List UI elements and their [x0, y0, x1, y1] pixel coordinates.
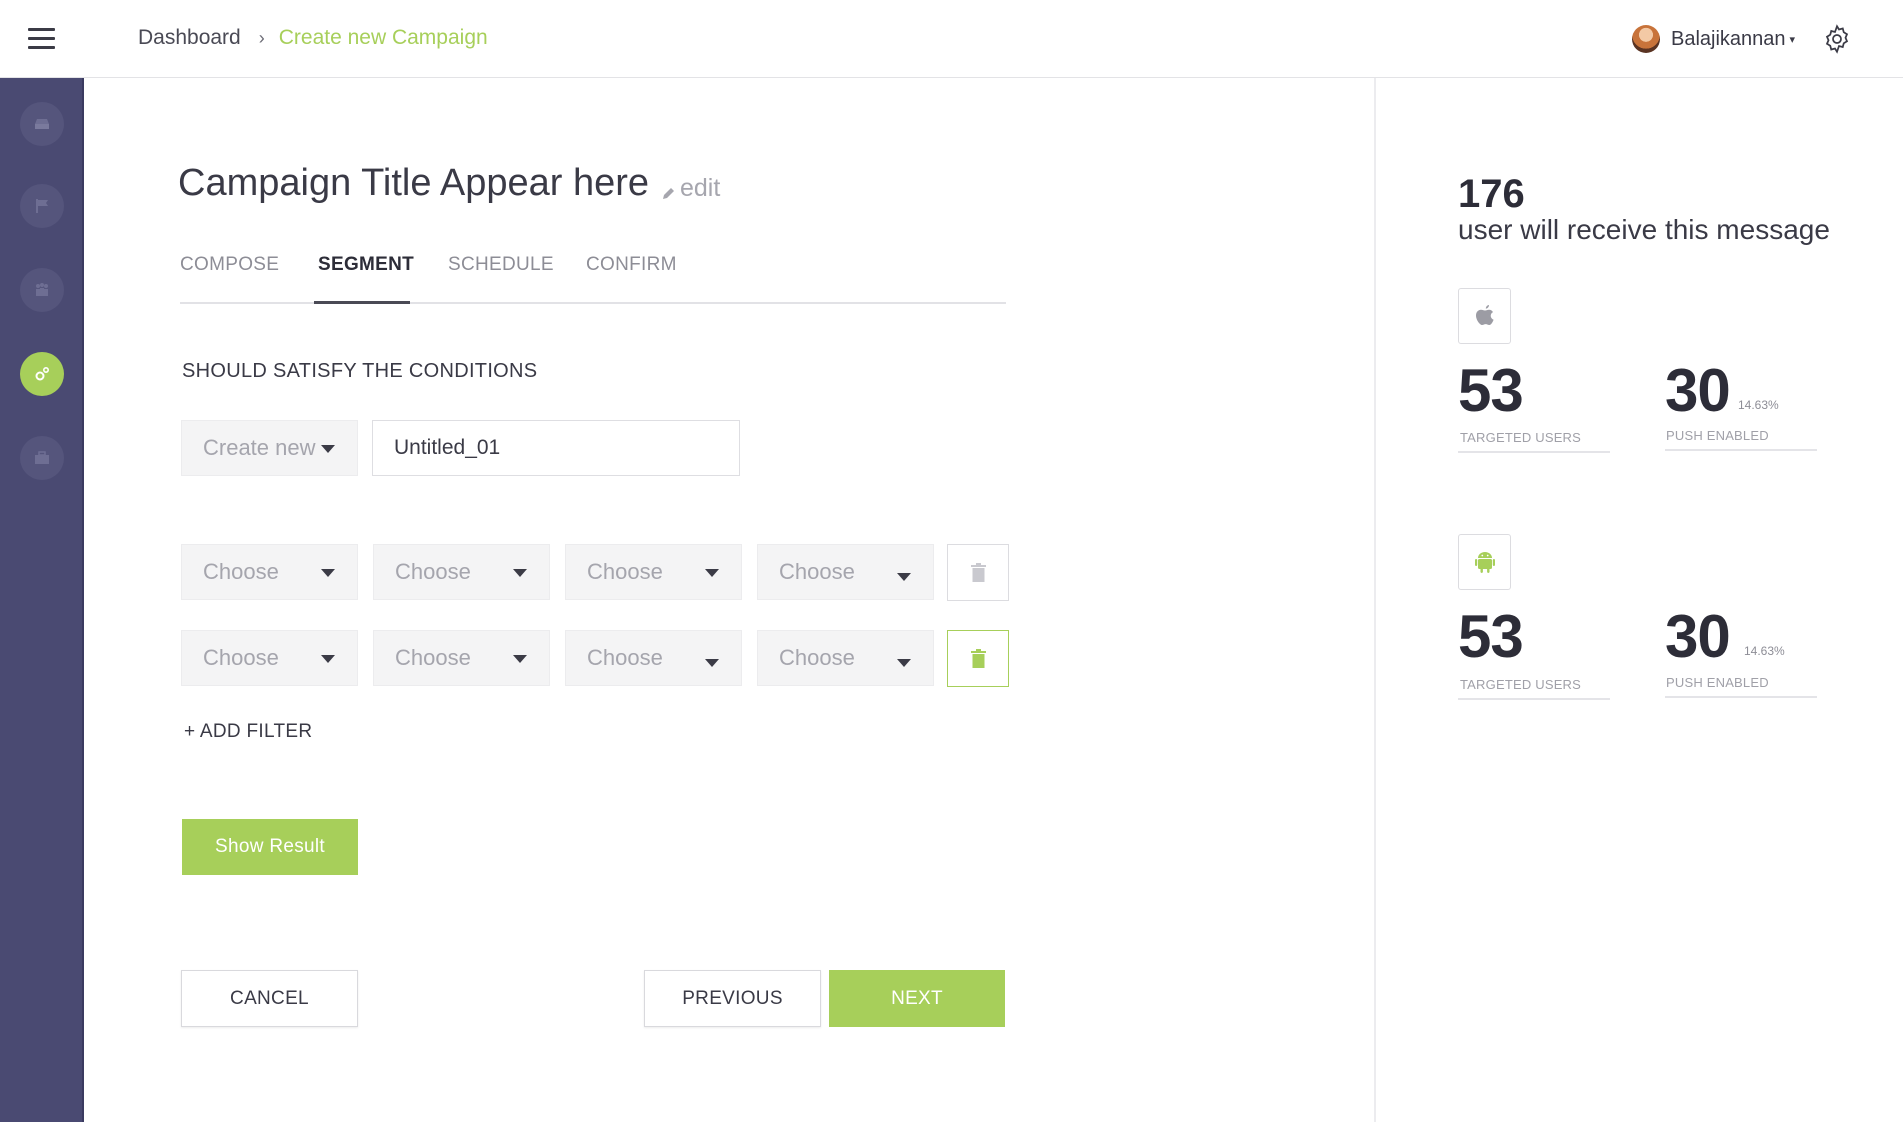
- add-filter-button[interactable]: + ADD FILTER: [184, 721, 312, 743]
- filter-2-select-1[interactable]: Choose: [181, 630, 358, 686]
- select-value: Choose: [203, 645, 279, 670]
- breadcrumb-current: Create new Campaign: [278, 26, 488, 49]
- ios-targeted-label: TARGETED USERS: [1460, 430, 1582, 445]
- caret-down-icon: [513, 569, 527, 577]
- step-tabs: COMPOSE SEGMENT SCHEDULE CONFIRM: [180, 244, 1006, 304]
- sidebar-item-projects[interactable]: [20, 436, 64, 480]
- chevron-down-icon: ▾: [1789, 33, 1796, 46]
- conditions-heading: SHOULD SATISFY THE CONDITIONS: [182, 360, 538, 382]
- campaign-title: Campaign Title Appear here: [178, 162, 650, 204]
- select-value: Choose: [203, 559, 279, 584]
- caret-down-icon: [321, 655, 335, 663]
- filter-2-select-3[interactable]: Choose: [565, 630, 742, 686]
- caret-down-icon: [897, 659, 911, 667]
- tab-segment[interactable]: SEGMENT: [318, 254, 414, 276]
- select-value: Choose: [587, 559, 663, 584]
- filter-1-select-4[interactable]: Choose: [757, 544, 934, 600]
- input-value: Untitled_01: [394, 436, 501, 459]
- gear-icon[interactable]: [1822, 24, 1852, 54]
- inbox-icon: [35, 119, 49, 129]
- select-value: Choose: [395, 645, 471, 670]
- show-result-button[interactable]: Show Result: [182, 819, 358, 875]
- android-push-count: 30: [1665, 603, 1731, 670]
- caret-down-icon: [321, 569, 335, 577]
- next-button[interactable]: NEXT: [829, 970, 1005, 1027]
- tab-confirm[interactable]: CONFIRM: [586, 254, 677, 276]
- breadcrumb-dashboard-link[interactable]: Dashboard: [138, 26, 241, 50]
- caret-down-icon: [705, 659, 719, 667]
- tab-schedule[interactable]: SCHEDULE: [448, 254, 554, 276]
- caret-down-icon: [897, 573, 911, 581]
- main-panel: Campaign Title Appear here edit COMPOSE …: [84, 78, 1376, 1122]
- divider: [1665, 696, 1817, 698]
- menu-icon[interactable]: [28, 28, 55, 50]
- divider: [1665, 449, 1817, 451]
- trash-icon: [970, 563, 986, 582]
- briefcase-icon: [35, 451, 49, 464]
- divider: [1458, 451, 1610, 453]
- ios-push-percent: 14.63%: [1738, 398, 1779, 412]
- caret-down-icon: [321, 445, 335, 453]
- android-targeted-count: 53: [1458, 603, 1524, 670]
- previous-button[interactable]: PREVIOUS: [644, 970, 821, 1027]
- filter-2-delete-button[interactable]: [947, 630, 1009, 687]
- android-push-label: PUSH ENABLED: [1666, 675, 1769, 690]
- users-icon: [36, 283, 48, 296]
- total-recipients: 176: [1458, 172, 1525, 216]
- android-push-percent: 14.63%: [1744, 644, 1785, 658]
- filter-2-select-4[interactable]: Choose: [757, 630, 934, 686]
- total-recipients-label: user will receive this message: [1458, 214, 1830, 245]
- ios-push-label: PUSH ENABLED: [1666, 428, 1769, 443]
- ios-platform-badge: [1458, 288, 1511, 344]
- filter-1-select-1[interactable]: Choose: [181, 544, 358, 600]
- user-name: Balajikannan: [1671, 27, 1786, 50]
- select-value: Choose: [779, 645, 855, 670]
- flag-icon: [36, 199, 48, 213]
- active-tab-indicator: [314, 301, 410, 304]
- android-icon: [1474, 552, 1495, 573]
- android-targeted-label: TARGETED USERS: [1460, 677, 1582, 692]
- segment-create-select[interactable]: Create new: [181, 420, 358, 476]
- segment-name-input[interactable]: Untitled_01: [372, 420, 740, 476]
- android-platform-badge: [1458, 534, 1511, 590]
- caret-down-icon: [513, 655, 527, 663]
- sidebar-item-campaigns[interactable]: [20, 184, 64, 228]
- edit-title-link[interactable]: edit: [662, 174, 720, 203]
- apple-icon: [1475, 305, 1494, 325]
- trash-icon: [970, 649, 986, 668]
- sidebar-item-inbox[interactable]: [20, 102, 64, 146]
- ios-push-count: 30: [1665, 357, 1731, 424]
- filter-2-select-2[interactable]: Choose: [373, 630, 550, 686]
- breadcrumb: Dashboard › Create new Campaign: [138, 26, 488, 50]
- filter-1-select-3[interactable]: Choose: [565, 544, 742, 600]
- sidebar: [0, 78, 84, 1122]
- select-value: Choose: [779, 559, 855, 584]
- caret-down-icon: [705, 569, 719, 577]
- tab-compose[interactable]: COMPOSE: [180, 254, 279, 276]
- segment-icon: [35, 366, 50, 381]
- divider: [1458, 698, 1610, 700]
- edit-label: edit: [680, 174, 721, 202]
- select-value: Choose: [395, 559, 471, 584]
- audience-summary-panel: 176 user will receive this message 53 TA…: [1378, 78, 1903, 1122]
- avatar: [1632, 25, 1660, 53]
- sidebar-item-segment[interactable]: [20, 352, 64, 396]
- filter-1-select-2[interactable]: Choose: [373, 544, 550, 600]
- top-bar: Dashboard › Create new Campaign Balajika…: [0, 0, 1903, 78]
- select-value: Create new: [203, 435, 316, 460]
- filter-1-delete-button[interactable]: [947, 544, 1009, 601]
- sidebar-item-users[interactable]: [20, 268, 64, 312]
- user-menu[interactable]: Balajikannan ▾: [1632, 25, 1795, 53]
- pencil-icon: [663, 187, 674, 199]
- select-value: Choose: [587, 645, 663, 670]
- cancel-button[interactable]: CANCEL: [181, 970, 358, 1027]
- ios-targeted-count: 53: [1458, 357, 1524, 424]
- breadcrumb-separator: ›: [258, 27, 265, 48]
